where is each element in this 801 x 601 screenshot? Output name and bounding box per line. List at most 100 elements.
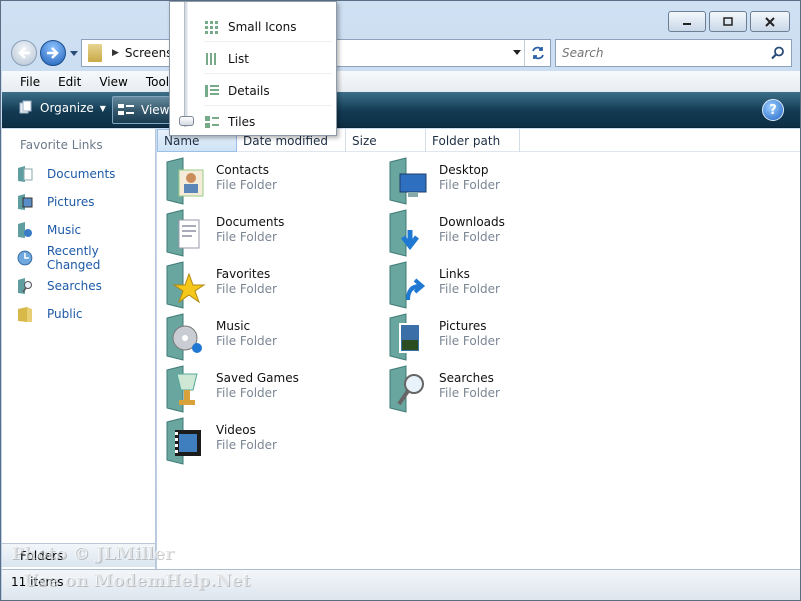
refresh-icon [531, 46, 544, 60]
documents-icon [18, 166, 33, 182]
views-menu-item-label: List [228, 51, 249, 66]
item-count: 11 items [11, 575, 64, 589]
navigation-pane: Favorite Links Documents Pictures Music … [2, 129, 156, 569]
forward-arrow-icon [47, 47, 59, 59]
minimize-button[interactable] [668, 11, 706, 32]
close-icon [765, 16, 775, 27]
nav-item-label: Documents [47, 167, 116, 181]
videos-folder-icon [166, 417, 201, 465]
explorer-window: ▶ Screensh File Edit View Tools Organize… [0, 0, 801, 601]
item-name: Contacts [216, 163, 269, 177]
views-menu-item-label: Tiles [228, 115, 256, 129]
search-box[interactable] [555, 39, 792, 67]
small-icons-icon [205, 20, 218, 34]
back-arrow-icon [18, 47, 30, 59]
recently-changed-icon [17, 250, 33, 266]
nav-item-label: Public [47, 307, 83, 321]
folder-icon [88, 44, 102, 62]
menu-bar: File Edit View Tools [2, 71, 800, 92]
public-folder-icon [18, 307, 32, 322]
links-folder-icon [389, 261, 426, 309]
list-item[interactable]: Favorites File Folder [157, 260, 367, 312]
item-name: Favorites [216, 267, 271, 281]
back-button[interactable] [11, 40, 37, 66]
item-name: Desktop [439, 163, 489, 177]
nav-item-recently-changed[interactable]: Recently Changed [17, 244, 155, 272]
column-header-size[interactable]: Size [346, 129, 426, 152]
address-dropdown-icon[interactable] [512, 49, 522, 57]
folders-toggle[interactable]: Folders [2, 543, 156, 567]
view-size-slider[interactable] [184, 2, 188, 127]
views-menu-item-list[interactable]: List [204, 44, 332, 74]
item-name: Documents [216, 215, 285, 229]
maximize-icon [723, 16, 733, 26]
list-item[interactable]: Downloads File Folder [380, 208, 590, 260]
folders-label: Folders [20, 549, 64, 563]
caption-buttons [668, 11, 790, 32]
item-name: Links [439, 267, 470, 281]
views-menu-item-details[interactable]: Details [204, 76, 332, 106]
file-list: Name Date modified Size Folder path Cont… [157, 129, 800, 569]
contacts-folder-icon [166, 157, 204, 205]
help-button[interactable]: ? [762, 99, 784, 121]
item-type: File Folder [439, 230, 500, 244]
pictures-folder-icon [389, 313, 421, 361]
list-item[interactable]: Searches File Folder [380, 364, 590, 416]
nav-item-music[interactable]: Music [17, 219, 81, 241]
close-button[interactable] [750, 11, 790, 32]
list-item[interactable]: Videos File Folder [157, 416, 367, 468]
item-type: File Folder [439, 386, 500, 400]
menu-file[interactable]: File [20, 75, 40, 89]
list-item[interactable]: Pictures File Folder [380, 312, 590, 364]
nav-item-label: Recently Changed [46, 244, 101, 272]
nav-item-label: Music [47, 223, 82, 237]
refresh-button[interactable] [524, 40, 550, 66]
item-type: File Folder [216, 334, 277, 348]
breadcrumb-chevron-icon[interactable]: ▶ [112, 48, 119, 58]
forward-button[interactable] [40, 40, 66, 66]
item-name: Saved Games [216, 371, 299, 385]
list-item[interactable]: Links File Folder [380, 260, 590, 312]
menu-edit[interactable]: Edit [58, 75, 81, 89]
views-icon [118, 104, 134, 115]
views-menu-item-small-icons[interactable]: Small Icons [204, 12, 332, 42]
menu-view[interactable]: View [99, 75, 127, 89]
help-icon: ? [769, 102, 777, 118]
nav-item-label: Searches [47, 279, 102, 293]
item-type: File Folder [216, 230, 277, 244]
item-name: Music [216, 319, 251, 333]
nav-item-public[interactable]: Public [17, 303, 83, 325]
organize-label: Organize [40, 101, 94, 115]
music-icon [18, 222, 32, 238]
tiles-view-icon [205, 116, 219, 128]
recent-pages-dropdown-icon[interactable] [69, 48, 79, 58]
search-icon[interactable] [771, 46, 785, 60]
nav-item-pictures[interactable]: Pictures [17, 191, 95, 213]
organize-button[interactable]: Organize ▼ [18, 100, 106, 116]
nav-item-searches[interactable]: Searches [17, 275, 102, 297]
list-item[interactable]: Saved Games File Folder [157, 364, 367, 416]
column-header-folder-path[interactable]: Folder path [426, 129, 520, 152]
item-type: File Folder [439, 334, 500, 348]
desktop-folder-icon [389, 157, 427, 205]
maximize-button[interactable] [709, 11, 747, 32]
views-menu-item-label: Details [228, 83, 270, 98]
list-item[interactable]: Desktop File Folder [380, 156, 590, 208]
views-menu-item-tiles[interactable]: Tiles [204, 107, 332, 137]
view-size-slider-thumb[interactable] [179, 116, 194, 126]
command-bar: Organize ▼ Views ? [2, 92, 800, 128]
favorite-links-heading: Favorite Links [20, 138, 103, 152]
list-item[interactable]: Music File Folder [157, 312, 367, 364]
minimize-icon [683, 22, 691, 25]
search-input[interactable] [562, 46, 762, 60]
item-type: File Folder [216, 282, 277, 296]
list-view-icon [206, 52, 216, 65]
nav-item-documents[interactable]: Documents [17, 163, 115, 185]
navigation-row: ▶ Screensh [11, 39, 792, 67]
list-item[interactable]: Documents File Folder [157, 208, 367, 260]
favorites-folder-icon [166, 261, 206, 309]
list-item[interactable]: Contacts File Folder [157, 156, 367, 208]
nav-item-label: Pictures [47, 195, 95, 209]
organize-dropdown-icon: ▼ [99, 103, 106, 113]
details-view-icon [205, 84, 219, 97]
